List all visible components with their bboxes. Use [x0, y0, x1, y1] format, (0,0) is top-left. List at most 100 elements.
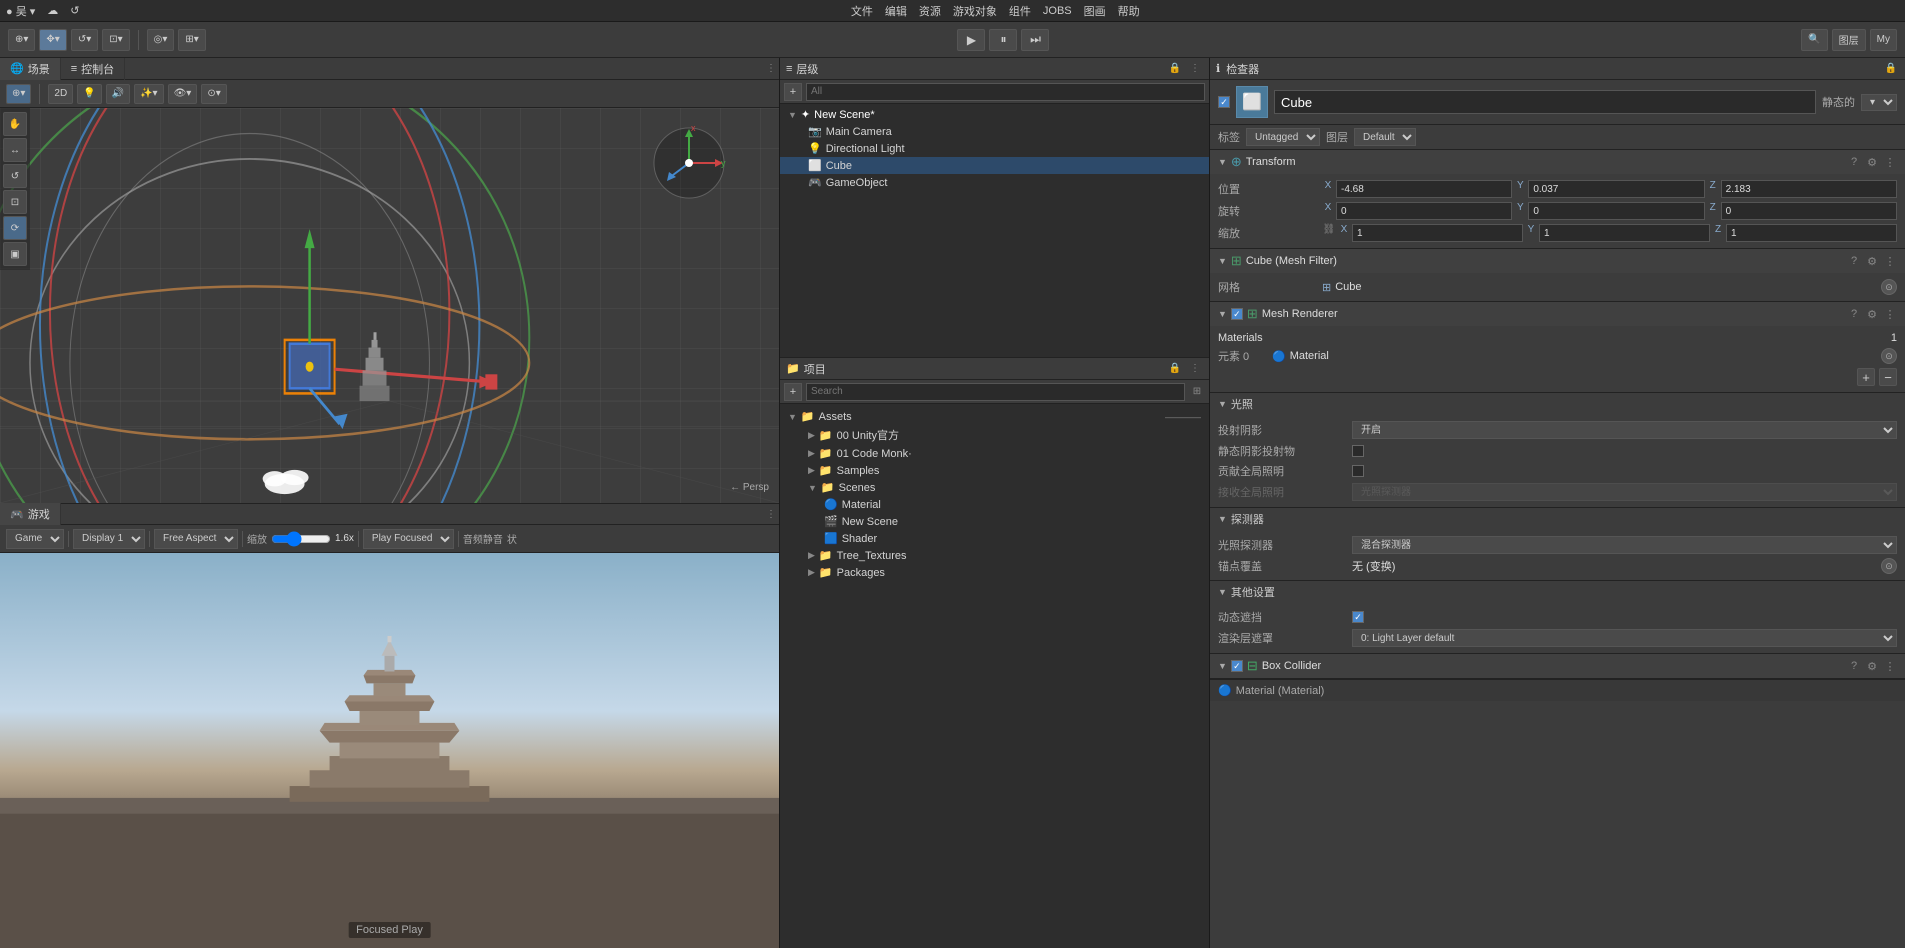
hierarchy-search[interactable]	[806, 83, 1205, 101]
scale-x-input[interactable]	[1352, 224, 1523, 242]
menu-help[interactable]: 帮助	[1118, 3, 1140, 19]
move-tool[interactable]: ✥▾	[39, 29, 66, 51]
rot-z-input[interactable]	[1721, 202, 1897, 220]
game-mode-select[interactable]: Game	[6, 529, 64, 549]
scene-light-btn[interactable]: 💡	[77, 84, 101, 104]
scene-panel-menu[interactable]: ⋮	[763, 61, 779, 77]
mesh-renderer-menu-btn[interactable]: ⋮	[1883, 307, 1897, 321]
grid-tool[interactable]: ⊞▾	[178, 29, 205, 51]
box-collider-help-btn[interactable]: ?	[1847, 659, 1861, 673]
scene-camera-btn[interactable]: 👁▾	[168, 84, 198, 104]
rotate-tool[interactable]: ↺▾	[71, 29, 98, 51]
menu-component[interactable]: 组件	[1009, 3, 1031, 19]
project-view-icon[interactable]: ⊞	[1189, 384, 1205, 400]
hierarchy-menu-icon[interactable]: ⋮	[1187, 61, 1203, 77]
scene-custom-btn[interactable]: ▣	[3, 242, 27, 266]
pos-z-input[interactable]	[1721, 180, 1897, 198]
hierarchy-item-cube[interactable]: ⬜ Cube	[780, 157, 1209, 174]
object-name-input[interactable]	[1274, 90, 1816, 114]
probes-header[interactable]: ▼ 探测器	[1210, 508, 1905, 530]
console-tab[interactable]: ≡ 控制台	[61, 58, 125, 80]
menu-history-icon[interactable]: ↺	[70, 4, 79, 17]
project-code-folder[interactable]: ▶ 📁 01 Code Monk·	[780, 445, 1209, 462]
layer-select[interactable]: Default	[1354, 128, 1416, 146]
scene-tab[interactable]: 🌐 场景	[0, 58, 61, 80]
scene-hand-btn[interactable]: ✋	[3, 112, 27, 136]
scene-scale-btn[interactable]: ⊡	[3, 190, 27, 214]
transform-tool[interactable]: ⊕▾	[8, 29, 35, 51]
scene-fx-btn[interactable]: ✨▾	[134, 84, 163, 104]
menu-gameobject[interactable]: 游戏对象	[953, 3, 997, 19]
remove-material-btn[interactable]: −	[1879, 368, 1897, 386]
mat-select-btn[interactable]: ⊙	[1881, 348, 1897, 364]
game-aspect-select[interactable]: Free Aspect	[154, 529, 238, 549]
menu-cloud-icon[interactable]: ☁	[47, 4, 58, 17]
tag-select[interactable]: Untagged	[1246, 128, 1320, 146]
project-packages-folder[interactable]: ▶ 📁 Packages	[780, 564, 1209, 581]
project-search[interactable]	[806, 383, 1185, 401]
menu-user[interactable]: ● 吴 ▾	[6, 3, 35, 19]
project-scenes-folder[interactable]: ▼ 📁 Scenes	[780, 479, 1209, 496]
pos-y-input[interactable]	[1528, 180, 1704, 198]
layers-dropdown[interactable]: 图层	[1832, 29, 1866, 51]
scale-y-input[interactable]	[1539, 224, 1710, 242]
game-panel-menu[interactable]: ⋮	[763, 506, 779, 522]
anchor-select-btn[interactable]: ⊙	[1881, 558, 1897, 574]
mesh-filter-header[interactable]: ▼ ⊞ Cube (Mesh Filter) ? ⚙ ⋮	[1210, 249, 1905, 273]
receive-gi-select[interactable]: 光照探测器	[1352, 483, 1897, 501]
static-shadow-checkbox[interactable]	[1352, 445, 1364, 457]
search-button[interactable]: 🔍	[1801, 29, 1827, 51]
scene-gizmos-btn[interactable]: ⊙▾	[201, 84, 226, 104]
play-button[interactable]: ▶	[957, 29, 985, 51]
project-menu-icon[interactable]: ⋮	[1187, 361, 1203, 377]
audio-mute-label[interactable]: 音频静音	[463, 531, 503, 546]
hierarchy-add-btn[interactable]: +	[784, 83, 802, 101]
scene-transform-btn[interactable]: ⟳	[3, 216, 27, 240]
project-assets-root[interactable]: ▼ 📁 Assets ————	[780, 408, 1209, 425]
light-probes-select[interactable]: 混合探测器	[1352, 536, 1897, 554]
menu-edit[interactable]: 编辑	[885, 3, 907, 19]
hierarchy-lock-icon[interactable]: 🔒	[1167, 61, 1183, 77]
scene-move-btn[interactable]: ↔	[3, 138, 27, 162]
mesh-renderer-help-btn[interactable]: ?	[1847, 307, 1861, 321]
project-material-item[interactable]: 🔵 Material	[780, 496, 1209, 513]
inspector-lock-icon[interactable]: 🔒	[1883, 61, 1899, 77]
static-dropdown[interactable]: ▾	[1861, 94, 1897, 111]
mesh-filter-settings-btn[interactable]: ⚙	[1865, 254, 1879, 268]
menu-file[interactable]: 文件	[851, 3, 873, 19]
dynamic-occlusion-checkbox[interactable]	[1352, 611, 1364, 623]
scene-audio-btn[interactable]: 🔊	[106, 84, 130, 104]
project-newscene-item[interactable]: 🎬 New Scene	[780, 513, 1209, 530]
pos-x-input[interactable]	[1336, 180, 1512, 198]
layout-dropdown[interactable]: My	[1870, 29, 1897, 51]
contribute-gi-checkbox[interactable]	[1352, 465, 1364, 477]
pivot-tool[interactable]: ◎▾	[147, 29, 175, 51]
step-button[interactable]: ⏭	[1021, 29, 1049, 51]
add-material-btn[interactable]: +	[1857, 368, 1875, 386]
scene-gizmo-btn[interactable]: ⊕▾	[6, 84, 31, 104]
lighting-header[interactable]: ▼ 光照	[1210, 393, 1905, 415]
rot-y-input[interactable]	[1528, 202, 1704, 220]
scale-tool[interactable]: ⊡▾	[102, 29, 129, 51]
menu-assets[interactable]: 资源	[919, 3, 941, 19]
mesh-filter-help-btn[interactable]: ?	[1847, 254, 1861, 268]
transform-header[interactable]: ▼ ⊕ Transform ? ⚙ ⋮	[1210, 150, 1905, 174]
project-shader-item[interactable]: 🟦 Shader	[780, 530, 1209, 547]
box-collider-header[interactable]: ▼ ⊟ Box Collider ? ⚙ ⋮	[1210, 654, 1905, 678]
box-collider-settings-btn[interactable]: ⚙	[1865, 659, 1879, 673]
box-collider-menu-btn[interactable]: ⋮	[1883, 659, 1897, 673]
transform-help-btn[interactable]: ?	[1847, 155, 1861, 169]
project-tree-folder[interactable]: ▶ 📁 Tree_Textures	[780, 547, 1209, 564]
menu-jobs[interactable]: JOBS	[1043, 5, 1072, 17]
mesh-renderer-enable[interactable]	[1231, 308, 1243, 320]
project-unity-folder[interactable]: ▶ 📁 00 Unity官方	[780, 425, 1209, 445]
transform-settings-btn[interactable]: ⚙	[1865, 155, 1879, 169]
project-samples-folder[interactable]: ▶ 📁 Samples	[780, 462, 1209, 479]
mesh-filter-menu-btn[interactable]: ⋮	[1883, 254, 1897, 268]
game-tab[interactable]: 🎮 游戏	[0, 503, 61, 525]
scene-view[interactable]: ✋ ↔ ↺ ⊡ ⟳ ▣	[0, 108, 779, 503]
pause-button[interactable]: ⏸	[989, 29, 1017, 51]
hierarchy-scene-item[interactable]: ▼ ✦ New Scene*	[780, 106, 1209, 123]
hierarchy-item-directional-light[interactable]: 💡 Directional Light	[780, 140, 1209, 157]
project-add-btn[interactable]: +	[784, 383, 802, 401]
